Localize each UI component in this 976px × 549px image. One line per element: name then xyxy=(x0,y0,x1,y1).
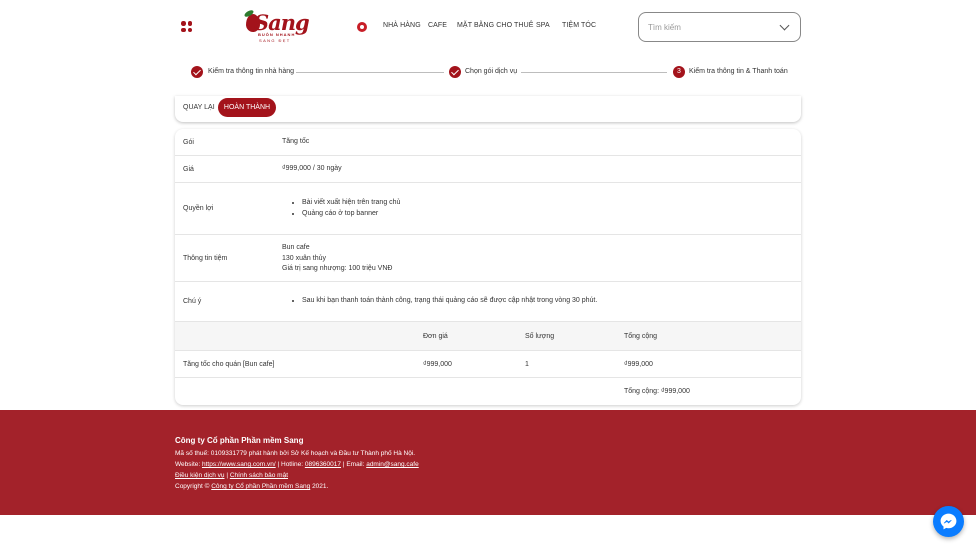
package-label: Gói xyxy=(183,139,194,146)
logo-subtext-2: SANG ĐẸT xyxy=(259,38,291,43)
email-prefix: | Email: xyxy=(342,461,365,468)
location-pin-icon[interactable] xyxy=(357,22,367,32)
benefits-list: Bài viết xuất hiện trên trang chủ Quảng … xyxy=(282,198,400,219)
summary-row-price: Giá ₫999,000 / 30 ngày xyxy=(175,156,801,183)
footer-tax-line: Mã số thuế: 0109331779 phát hành bởi Sở … xyxy=(175,450,416,457)
site-logo[interactable]: Sang BUÔN NHANH SANG ĐẸT xyxy=(240,8,310,44)
table-total-row: Tổng cộng: ₫999,000 xyxy=(175,378,801,405)
price-value: ₫999,000 / 30 ngày xyxy=(282,165,342,172)
item-quantity: 1 xyxy=(525,361,529,368)
item-total: ₫999,000 xyxy=(624,361,653,368)
messenger-icon xyxy=(940,513,957,530)
item-unit-price: ₫999,000 xyxy=(423,361,452,368)
site-footer: Công ty Cổ phần Phần mềm Sang Mã số thuế… xyxy=(0,410,976,515)
summary-row-package: Gói Tăng tốc xyxy=(175,129,801,156)
col-quantity: Số lượng xyxy=(525,333,555,340)
step-connector xyxy=(521,72,667,73)
step-1-check-icon xyxy=(191,66,203,78)
action-bar: QUAY LẠI HOÀN THÀNH xyxy=(175,96,801,122)
nav-item-cafe[interactable]: CAFE xyxy=(428,22,447,29)
messenger-chat-button[interactable] xyxy=(933,506,964,537)
shop-label: Thông tin tiệm xyxy=(183,255,228,262)
shop-info: Bun cafe 130 xuân thủy Giá trị sang nhượ… xyxy=(282,243,392,275)
grand-total: Tổng cộng: ₫999,000 xyxy=(624,388,690,395)
nav-item-premises[interactable]: MẶT BẰNG CHO THUÊ xyxy=(457,22,534,29)
summary-row-shop: Thông tin tiệm Bun cafe 130 xuân thủy Gi… xyxy=(175,235,801,282)
nav-item-restaurant[interactable]: NHÀ HÀNG xyxy=(383,22,421,29)
hotline-prefix: | Hotline: xyxy=(277,461,304,468)
shop-name: Bun cafe xyxy=(282,244,310,251)
footer-company: Công ty Cổ phần Phần mềm Sang xyxy=(175,436,304,445)
nav-item-spa[interactable]: SPA xyxy=(536,22,550,29)
step-2-check-icon xyxy=(449,66,461,78)
benefits-label: Quyền lợi xyxy=(183,205,214,212)
back-button[interactable]: QUAY LẠI xyxy=(183,104,215,111)
website-link[interactable]: https://www.sang.com.vn/ xyxy=(202,461,276,468)
website-prefix: Website: xyxy=(175,461,201,468)
logo-subtext: BUÔN NHANH xyxy=(258,32,296,37)
footer-policy-line: Điều kiện dịch vụ | Chính sách bảo mật xyxy=(175,472,288,479)
benefit-item: Bài viết xuất hiện trên trang chủ xyxy=(302,198,400,209)
step-3-number: 3 xyxy=(673,66,685,78)
policy-separator: | xyxy=(226,472,229,479)
shop-transfer-value: Giá trị sang nhượng: 100 triệu VNĐ xyxy=(282,265,393,272)
package-value: Tăng tốc xyxy=(282,138,310,145)
nav-item-hair-salon[interactable]: TIỆM TÓC xyxy=(562,22,596,29)
shop-address: 130 xuân thủy xyxy=(282,254,326,262)
step-3-label: Kiểm tra thông tin & Thanh toán xyxy=(689,68,788,75)
privacy-link[interactable]: Chính sách bảo mật xyxy=(230,472,288,479)
table-row: Tăng tốc cho quán [Bun cafe] ₫999,000 1 … xyxy=(175,351,801,378)
price-label: Giá xyxy=(183,166,194,173)
copyright-prefix: Copyright © xyxy=(175,483,210,490)
col-total: Tổng cộng xyxy=(624,333,658,340)
complete-button[interactable]: HOÀN THÀNH xyxy=(218,98,276,117)
site-header: Sang BUÔN NHANH SANG ĐẸT NHÀ HÀNG CAFE M… xyxy=(0,0,976,55)
menu-grid-icon[interactable] xyxy=(181,21,192,32)
summary-row-note: Chú ý Sau khi bạn thanh toán thành công,… xyxy=(175,282,801,322)
email-link[interactable]: admin@sang.cafe xyxy=(366,461,419,468)
order-summary-card: Gói Tăng tốc Giá ₫999,000 / 30 ngày Quyề… xyxy=(175,129,801,405)
copyright-year: 2021. xyxy=(312,483,329,490)
hotline-link[interactable]: 0896360017 xyxy=(305,461,341,468)
note-label: Chú ý xyxy=(183,298,202,305)
note-item: Sau khi bạn thanh toán thành công, trạng… xyxy=(302,296,597,307)
step-1-label: Kiểm tra thông tin nhà hàng xyxy=(208,68,295,75)
step-2-label: Chọn gói dịch vụ xyxy=(465,68,518,75)
copyright-company-link[interactable]: Công ty Cổ phần Phần mềm Sang xyxy=(211,483,310,490)
order-table-header: Đơn giá Số lượng Tổng cộng xyxy=(175,322,801,351)
col-unit-price: Đơn giá xyxy=(423,333,448,340)
search-placeholder: Tìm kiếm xyxy=(648,23,681,32)
summary-row-benefits: Quyền lợi Bài viết xuất hiện trên trang … xyxy=(175,183,801,235)
search-select[interactable]: Tìm kiếm xyxy=(638,12,801,42)
terms-link[interactable]: Điều kiện dịch vụ xyxy=(175,472,225,479)
benefit-item: Quảng cáo ở top banner xyxy=(302,209,400,220)
step-connector xyxy=(296,72,444,73)
footer-contact-line: Website: https://www.sang.com.vn/ | Hotl… xyxy=(175,461,419,468)
chevron-down-icon[interactable] xyxy=(779,20,790,31)
note-list: Sau khi bạn thanh toán thành công, trạng… xyxy=(282,296,597,307)
item-name: Tăng tốc cho quán [Bun cafe] xyxy=(183,361,275,368)
footer-copyright: Copyright © Công ty Cổ phần Phần mềm San… xyxy=(175,483,328,490)
